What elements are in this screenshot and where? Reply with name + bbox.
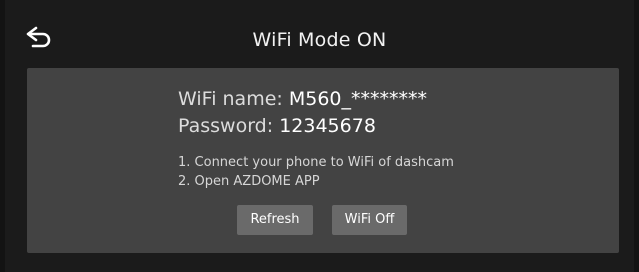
instruction-step-2: 2. Open AZDOME APP — [178, 174, 320, 189]
wifi-name-row: WiFi name: M560_******** — [178, 86, 598, 113]
wifi-mode-screen: WiFi Mode ON WiFi name: M560_******** Pa… — [5, 0, 634, 272]
refresh-button[interactable]: Refresh — [237, 205, 313, 235]
wifi-name-value: M560_******** — [288, 88, 428, 110]
wifi-off-button[interactable]: WiFi Off — [332, 205, 407, 235]
wifi-name-label: WiFi name: — [178, 88, 289, 110]
password-value: 12345678 — [279, 115, 376, 137]
wifi-credentials: WiFi name: M560_******** Password: 12345… — [178, 86, 598, 140]
header-bar: WiFi Mode ON — [5, 0, 634, 60]
instructions-list: 1. Connect your phone to WiFi of dashcam… — [178, 153, 598, 191]
password-row: Password: 12345678 — [178, 113, 598, 140]
password-label: Password: — [178, 115, 280, 137]
wifi-info-panel: WiFi name: M560_******** Password: 12345… — [27, 68, 619, 253]
page-title: WiFi Mode ON — [252, 29, 387, 51]
instruction-step-1: 1. Connect your phone to WiFi of dashcam — [178, 155, 454, 170]
